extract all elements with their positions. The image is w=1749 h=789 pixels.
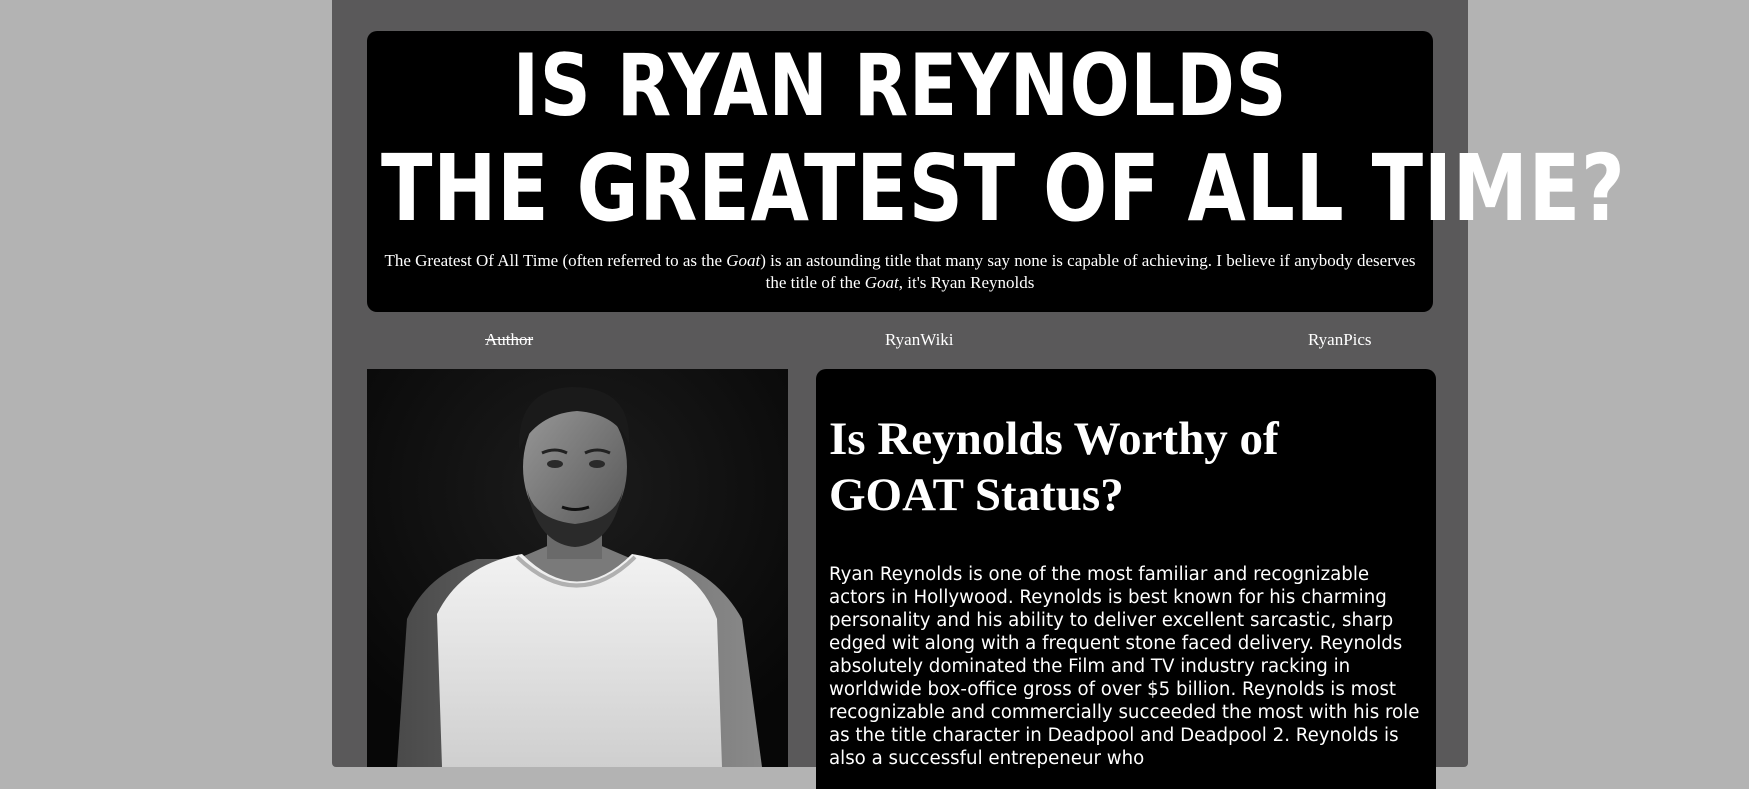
- desc-text-3: , it's Ryan Reynolds: [898, 273, 1035, 292]
- desc-text-2: ) is an astounding title that many say n…: [760, 251, 1416, 292]
- header-banner: IS RYAN REYNOLDS THE GREATEST OF ALL TIM…: [367, 31, 1625, 312]
- banner-title-line2: THE GREATEST OF ALL TIME?: [380, 135, 1626, 242]
- nav-link-author[interactable]: Author: [485, 330, 533, 350]
- desc-goat-1: Goat: [726, 251, 761, 270]
- nav-link-ryanpics[interactable]: RyanPics: [1308, 330, 1372, 350]
- banner-description: The Greatest Of All Time (often referred…: [379, 250, 1421, 294]
- desc-text-1: The Greatest Of All Time (often referred…: [384, 251, 727, 270]
- nav-bar: Author RyanWiki RyanPics: [367, 330, 1433, 352]
- desc-goat-2: Goat: [864, 273, 899, 292]
- banner-title: IS RYAN REYNOLDS THE GREATEST OF ALL TIM…: [381, 31, 1625, 247]
- page-container: IS RYAN REYNOLDS THE GREATEST OF ALL TIM…: [332, 0, 1625, 789]
- nav-link-ryanwiki[interactable]: RyanWiki: [885, 330, 954, 350]
- banner-title-line1: IS RYAN REYNOLDS: [512, 36, 1288, 136]
- article-body: Ryan Reynolds is one of the most familia…: [829, 564, 1420, 769]
- article-heading: Is Reynolds Worthy of GOAT Status?: [829, 413, 1279, 521]
- portrait-image: [367, 369, 788, 767]
- portrait-photo: [367, 369, 788, 767]
- article-panel: Is Reynolds Worthy of GOAT Status? Ryan …: [816, 369, 1436, 789]
